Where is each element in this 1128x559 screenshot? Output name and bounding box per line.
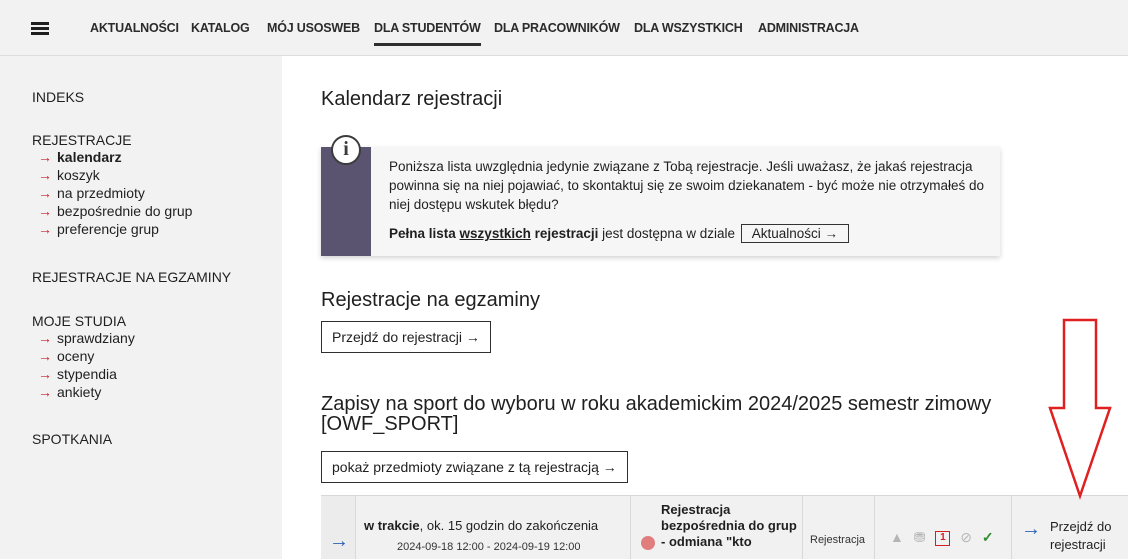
row-icons: ▲ ⛃ 1 ⊘ ✓ xyxy=(890,529,994,546)
row-expand-arrow-icon[interactable]: → xyxy=(329,530,349,553)
info-box: i Poniższa lista uwzględnia jedynie zwią… xyxy=(321,135,1000,256)
status-dot-icon xyxy=(641,536,655,550)
sidebar-link-ankiety[interactable]: → ankiety xyxy=(38,384,101,400)
sidebar-link-stypendia[interactable]: → stypendia xyxy=(38,366,117,382)
link-wszystkich[interactable]: wszystkich xyxy=(460,226,531,241)
sidebar-spotkania[interactable]: SPOTKANIA xyxy=(32,431,112,447)
table-row: → w trakcie, ok. 15 godzin do zakończeni… xyxy=(321,495,1128,559)
nav-aktualnosci[interactable]: AKTUALNOŚCI xyxy=(90,21,179,35)
nav-dla-studentow[interactable]: DLA STUDENTÓW xyxy=(374,21,481,46)
sidebar-indeks[interactable]: INDEKS xyxy=(32,89,84,105)
info-icon: i xyxy=(331,135,361,165)
sidebar-rejestracje-na-egzaminy[interactable]: REJESTRACJE NA EGZAMINY xyxy=(32,269,231,285)
sidebar-rejestracje[interactable]: REJESTRACJE xyxy=(32,132,132,148)
page-title: Kalendarz rejestracji xyxy=(321,88,503,110)
exams-go-button[interactable]: Przejdź do rejestracji → xyxy=(321,321,491,353)
nav-dla-pracownikow[interactable]: DLA PRACOWNIKÓW xyxy=(494,21,620,35)
sidebar-link-sprawdziany[interactable]: → sprawdziany xyxy=(38,330,135,346)
aktualnosci-button[interactable]: Aktualności → xyxy=(740,224,850,243)
go-to-registration-link[interactable]: Przejdź do rejestracji xyxy=(1050,518,1124,554)
sidebar-link-preferencje[interactable]: → preferencje grup xyxy=(38,221,159,237)
sidebar-link-bezposrednie[interactable]: → bezpośrednie do grup xyxy=(38,203,192,219)
row-registration-name: Rejestracja bezpośrednia do grup - odmia… xyxy=(661,502,797,549)
info-full-list: Pełna lista wszystkich rejestracji jest … xyxy=(389,224,850,243)
row-status: w trakcie, ok. 15 godzin do zakończenia xyxy=(364,518,599,533)
triangle-up-icon: ▲ xyxy=(890,529,904,545)
sidebar-link-koszyk[interactable]: → koszyk xyxy=(38,167,100,183)
hamburger-menu-icon[interactable] xyxy=(31,22,49,35)
exams-heading: Rejestracje na egzaminy xyxy=(321,289,540,311)
count-box: 1 xyxy=(935,531,951,546)
info-text: Poniższa lista uwzględnia jedynie związa… xyxy=(389,159,985,212)
icons-cell xyxy=(875,496,1012,559)
sidebar: INDEKS REJESTRACJE → kalendarz → koszyk → n… xyxy=(0,56,282,559)
nav-katalog[interactable]: KATALOG xyxy=(191,21,250,35)
nav-administracja[interactable]: ADMINISTRACJA xyxy=(758,21,859,35)
type-cell xyxy=(803,496,875,559)
sidebar-link-oceny[interactable]: → oceny xyxy=(38,348,94,364)
top-nav: AKTUALNOŚCI KATALOG MÓJ USOSWEB DLA STUD… xyxy=(0,0,1128,56)
link-icon: ⊘ xyxy=(960,529,972,545)
sidebar-link-kalendarz[interactable]: → kalendarz xyxy=(38,149,122,165)
row-dates: 2024-09-18 12:00 - 2024-09-19 12:00 xyxy=(397,541,581,553)
row-registration-type: Rejestracja xyxy=(810,534,866,546)
nav-dla-wszystkich[interactable]: DLA WSZYSTKICH xyxy=(634,21,743,35)
sport-heading: Zapisy na sport do wyboru w roku akademi… xyxy=(321,393,992,435)
nav-moj-usosweb[interactable]: MÓJ USOSWEB xyxy=(267,21,360,35)
red-arrow-annotation-icon xyxy=(1048,318,1112,500)
show-courses-button[interactable]: pokaż przedmioty związane z tą rejestrac… xyxy=(321,451,628,483)
check-icon: ✓ xyxy=(981,529,994,545)
sidebar-link-na-przedmioty[interactable]: → na przedmioty xyxy=(38,185,145,201)
sidebar-moje-studia[interactable]: MOJE STUDIA xyxy=(32,313,126,329)
coins-icon: ⛃ xyxy=(913,529,926,545)
go-arrow-icon[interactable]: → xyxy=(1021,518,1041,541)
